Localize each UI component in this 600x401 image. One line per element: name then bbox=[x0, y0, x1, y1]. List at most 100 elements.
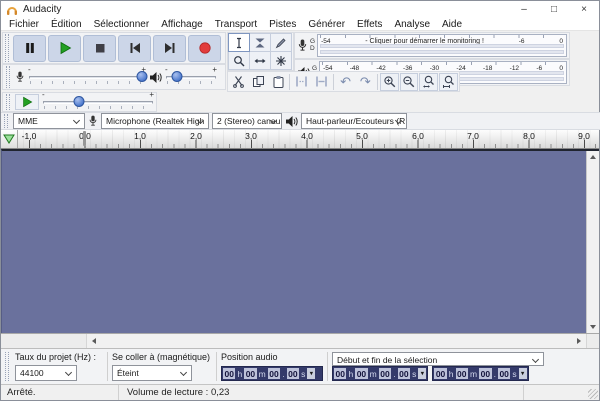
envelope-tool-button[interactable] bbox=[249, 33, 271, 52]
skip-to-start-button[interactable] bbox=[118, 35, 151, 62]
menu-effets[interactable]: Effets bbox=[351, 19, 388, 30]
menu-analyse[interactable]: Analyse bbox=[388, 19, 436, 30]
selection-range-dropdown[interactable]: Début et fin de la sélection bbox=[332, 352, 544, 366]
time-format-dropdown-icon[interactable]: ▾ bbox=[519, 368, 527, 379]
scroll-up-icon[interactable] bbox=[590, 155, 596, 159]
speed-thumb[interactable] bbox=[73, 96, 84, 107]
pause-button[interactable] bbox=[13, 35, 46, 62]
time-unit: m bbox=[369, 368, 378, 379]
slider-track[interactable] bbox=[43, 101, 153, 104]
scroll-down-icon[interactable] bbox=[590, 325, 596, 329]
timeline-options-button[interactable] bbox=[1, 130, 18, 148]
menu-generer[interactable]: Générer bbox=[302, 19, 351, 30]
time-unit: m bbox=[469, 368, 478, 379]
time-shift-tool-button[interactable] bbox=[249, 51, 271, 70]
silence-audio-button[interactable] bbox=[312, 73, 331, 91]
project-rate-dropdown[interactable]: 44100 bbox=[15, 365, 77, 381]
horizontal-scrollbar[interactable] bbox=[1, 333, 599, 348]
toolbar-grip[interactable] bbox=[6, 94, 10, 110]
menu-pistes[interactable]: Pistes bbox=[263, 19, 302, 30]
play-icon bbox=[58, 41, 72, 55]
cut-button[interactable] bbox=[229, 73, 248, 91]
draw-tool-button[interactable] bbox=[270, 33, 292, 52]
audio-host-dropdown[interactable]: MME bbox=[13, 113, 85, 129]
play-at-speed-toolbar: - + bbox=[2, 92, 157, 112]
toolbar-separator bbox=[216, 352, 217, 381]
toolbar-grip[interactable] bbox=[5, 352, 9, 381]
audio-position-label: Position audio bbox=[221, 352, 323, 362]
recording-meter[interactable]: -54 - Cliquer pour démarrer le monitorin… bbox=[317, 34, 567, 57]
vertical-scrollbar[interactable] bbox=[586, 151, 599, 333]
timeline-ruler[interactable]: -1,0 0,0 1,0 2,0 3,0 4,0 5,0 6,0 7,0 8,0… bbox=[1, 130, 599, 149]
play-button[interactable] bbox=[48, 35, 81, 62]
zoom-to-selection-button[interactable] bbox=[419, 73, 438, 91]
menu-selectionner[interactable]: Sélectionner bbox=[88, 19, 156, 30]
playback-device-dropdown[interactable]: Haut-parleur/Ecouteurs (R bbox=[301, 113, 407, 129]
scroll-right-button[interactable] bbox=[572, 334, 586, 348]
zoom-in-icon bbox=[383, 75, 396, 88]
paste-button[interactable] bbox=[269, 73, 288, 91]
time-digits: 00 bbox=[334, 368, 346, 379]
time-format-dropdown-icon[interactable]: ▾ bbox=[418, 368, 426, 379]
mixer-toolbar: - + - + bbox=[2, 64, 226, 90]
resize-grip[interactable] bbox=[523, 385, 599, 400]
skip-to-end-button[interactable] bbox=[153, 35, 186, 62]
status-bar: Arrêté. Volume de lecture : 0,23 bbox=[1, 384, 599, 400]
time-unit: h bbox=[347, 368, 354, 379]
maximize-button[interactable]: □ bbox=[539, 1, 569, 18]
zoom-out-button[interactable] bbox=[400, 73, 419, 91]
stop-button[interactable] bbox=[83, 35, 116, 62]
recording-volume-thumb[interactable] bbox=[137, 71, 148, 82]
time-format-dropdown-icon[interactable]: ▾ bbox=[307, 368, 315, 379]
trim-audio-button[interactable] bbox=[292, 73, 311, 91]
ruler-label: 6,0 bbox=[412, 131, 424, 141]
recording-meter-toolbar[interactable]: G D -54 - Cliquer pour démarrer le monit… bbox=[294, 32, 570, 59]
redo-button[interactable]: ↷ bbox=[356, 73, 375, 91]
toolbar-separator bbox=[289, 74, 290, 90]
minimize-button[interactable]: – bbox=[509, 1, 539, 18]
zoom-tool-icon bbox=[233, 55, 245, 67]
playback-volume-slider[interactable]: - + bbox=[165, 66, 217, 88]
toolbar-separator bbox=[377, 74, 378, 90]
selection-toolbar: Taux du projet (Hz) : 44100 Se coller à … bbox=[1, 348, 599, 384]
slider-track[interactable] bbox=[29, 76, 145, 79]
close-button[interactable]: × bbox=[569, 1, 599, 18]
play-at-speed-icon bbox=[21, 96, 33, 108]
snap-to-label: Se coller à (magnétique) bbox=[112, 352, 212, 362]
selection-tool-button[interactable] bbox=[228, 33, 250, 52]
recording-device-dropdown[interactable]: Microphone (Realtek High bbox=[101, 113, 209, 129]
scroll-left-button[interactable] bbox=[87, 334, 101, 348]
device-toolbar: MME Microphone (Realtek High 2 (Stereo) … bbox=[1, 112, 600, 130]
toolbar-grip[interactable] bbox=[6, 66, 10, 88]
copy-button[interactable] bbox=[249, 73, 268, 91]
toolbar-grip[interactable] bbox=[5, 34, 9, 62]
ruler-label: 4,0 bbox=[301, 131, 313, 141]
scrollbar-track[interactable] bbox=[101, 334, 572, 348]
chevron-down-icon bbox=[73, 117, 80, 124]
ruler-label: 5,0 bbox=[356, 131, 368, 141]
record-button[interactable] bbox=[188, 35, 221, 62]
track-area[interactable] bbox=[1, 149, 599, 333]
zoom-to-project-button[interactable] bbox=[439, 73, 458, 91]
playback-speed-slider[interactable]: - + bbox=[42, 91, 154, 113]
menu-transport[interactable]: Transport bbox=[209, 19, 263, 30]
menu-affichage[interactable]: Affichage bbox=[155, 19, 209, 30]
menu-aide[interactable]: Aide bbox=[436, 19, 468, 30]
playback-volume-thumb[interactable] bbox=[171, 71, 182, 82]
recording-channels-dropdown[interactable]: 2 (Stereo) canau bbox=[212, 113, 282, 129]
menu-edition[interactable]: Édition bbox=[45, 19, 88, 30]
play-at-speed-button[interactable] bbox=[15, 94, 39, 110]
zoom-in-button[interactable] bbox=[380, 73, 399, 91]
zoom-tool-button[interactable] bbox=[228, 51, 250, 70]
selection-start-field[interactable]: 00 h 00 m 00 . 00 s ▾ bbox=[332, 366, 428, 381]
time-unit: h bbox=[236, 368, 243, 379]
audio-position-field[interactable]: 00 h 00 m 00 . 00 s ▾ bbox=[221, 366, 323, 381]
toolbar-grip[interactable] bbox=[4, 114, 8, 128]
recording-volume-slider[interactable]: - + bbox=[28, 66, 146, 88]
multi-tool-button[interactable] bbox=[270, 51, 292, 70]
time-digits: 00 bbox=[434, 368, 446, 379]
selection-end-field[interactable]: 00 h 00 m 00 . 00 s ▾ bbox=[432, 366, 528, 381]
menu-fichier[interactable]: Fichier bbox=[3, 19, 45, 30]
undo-button[interactable]: ↶ bbox=[336, 73, 355, 91]
snap-to-dropdown[interactable]: Éteint bbox=[112, 365, 192, 381]
